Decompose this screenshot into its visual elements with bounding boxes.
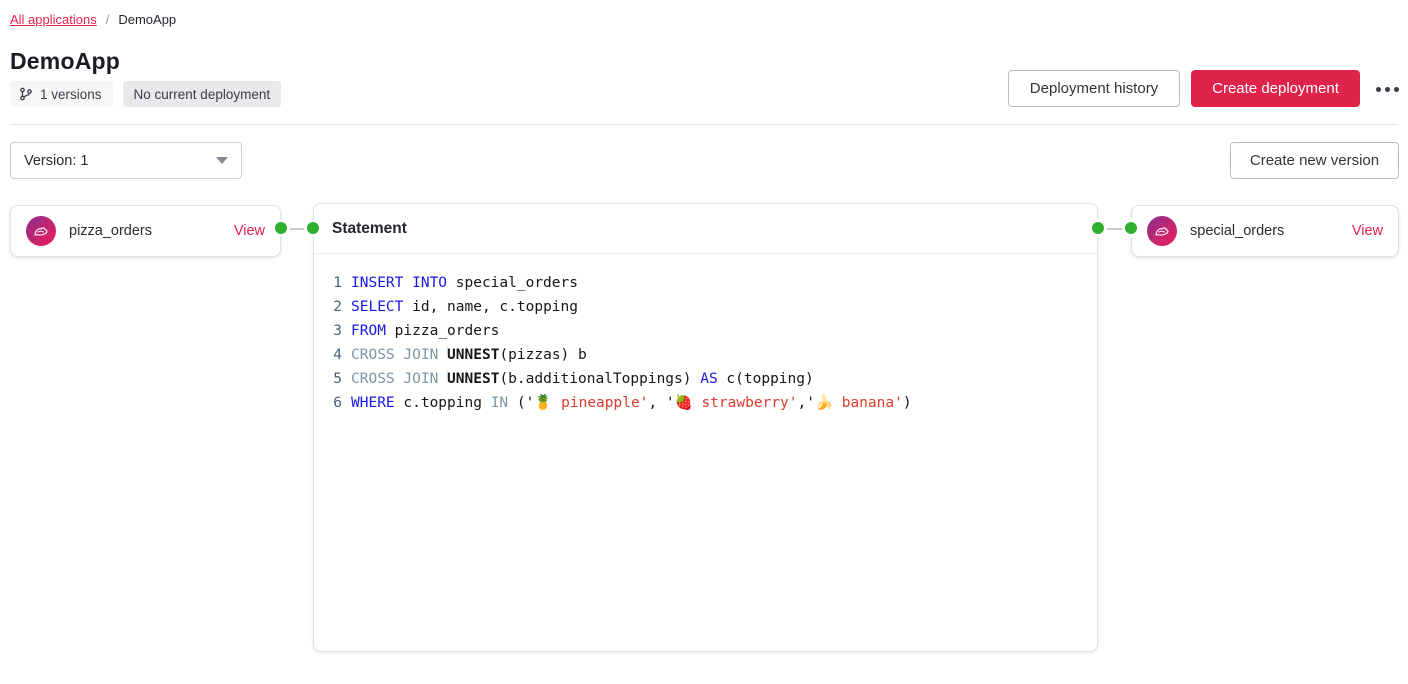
line-number: 3: [314, 319, 342, 343]
code-line: 2SELECT id, name, c.topping: [314, 295, 1097, 319]
page-title: DemoApp: [10, 48, 120, 75]
breadcrumb: All applications / DemoApp: [10, 12, 176, 27]
breadcrumb-all-applications[interactable]: All applications: [10, 12, 97, 27]
connection-point: [307, 222, 319, 234]
versions-badge-label: 1 versions: [40, 87, 102, 102]
sql-editor[interactable]: 1INSERT INTO special_orders2SELECT id, n…: [314, 254, 1097, 415]
deployment-history-button[interactable]: Deployment history: [1008, 70, 1180, 107]
target-table-card[interactable]: special_orders View: [1131, 205, 1399, 257]
target-view-link[interactable]: View: [1352, 223, 1383, 239]
version-selector[interactable]: Version: 1: [10, 142, 242, 179]
line-number: 5: [314, 367, 342, 391]
app-page: All applications / DemoApp DemoApp 1 ver…: [0, 0, 1408, 684]
no-deployment-badge-label: No current deployment: [134, 87, 271, 102]
versions-badge: 1 versions: [10, 81, 113, 107]
statement-title: Statement: [314, 204, 1097, 254]
source-view-link[interactable]: View: [234, 223, 265, 239]
source-table-card[interactable]: pizza_orders View: [10, 205, 281, 257]
flink-table-icon: [26, 216, 56, 246]
section-divider: [10, 124, 1398, 125]
flow-diagram: pizza_orders View Statement 1INSERT INTO…: [0, 203, 1408, 663]
git-branch-icon: [19, 87, 33, 101]
statement-panel: Statement 1INSERT INTO special_orders2SE…: [313, 203, 1098, 652]
connection-point: [1092, 222, 1104, 234]
source-table-name: pizza_orders: [69, 223, 234, 239]
connection-point: [1125, 222, 1137, 234]
flink-table-icon: [1147, 216, 1177, 246]
code-line: 6WHERE c.topping IN ('🍍 pineapple', '🍓 s…: [314, 391, 1097, 415]
more-options-icon[interactable]: [1372, 78, 1402, 100]
code-line: 3FROM pizza_orders: [314, 319, 1097, 343]
line-number: 6: [314, 391, 342, 415]
code-line: 1INSERT INTO special_orders: [314, 271, 1097, 295]
version-selector-value: Version: 1: [24, 153, 89, 169]
badge-row: 1 versions No current deployment: [10, 81, 281, 107]
no-deployment-badge: No current deployment: [123, 81, 282, 107]
breadcrumb-current: DemoApp: [118, 12, 176, 27]
line-number: 2: [314, 295, 342, 319]
sql-editor-lines: 1INSERT INTO special_orders2SELECT id, n…: [314, 271, 1097, 415]
breadcrumb-separator: /: [106, 12, 110, 27]
line-number: 1: [314, 271, 342, 295]
code-line: 5CROSS JOIN UNNEST(b.additionalToppings)…: [314, 367, 1097, 391]
code-line: 4CROSS JOIN UNNEST(pizzas) b: [314, 343, 1097, 367]
line-number: 4: [314, 343, 342, 367]
connection-point: [275, 222, 287, 234]
create-new-version-button[interactable]: Create new version: [1230, 142, 1399, 179]
create-deployment-button[interactable]: Create deployment: [1191, 70, 1360, 107]
caret-down-icon: [216, 157, 228, 164]
target-table-name: special_orders: [1190, 223, 1352, 239]
